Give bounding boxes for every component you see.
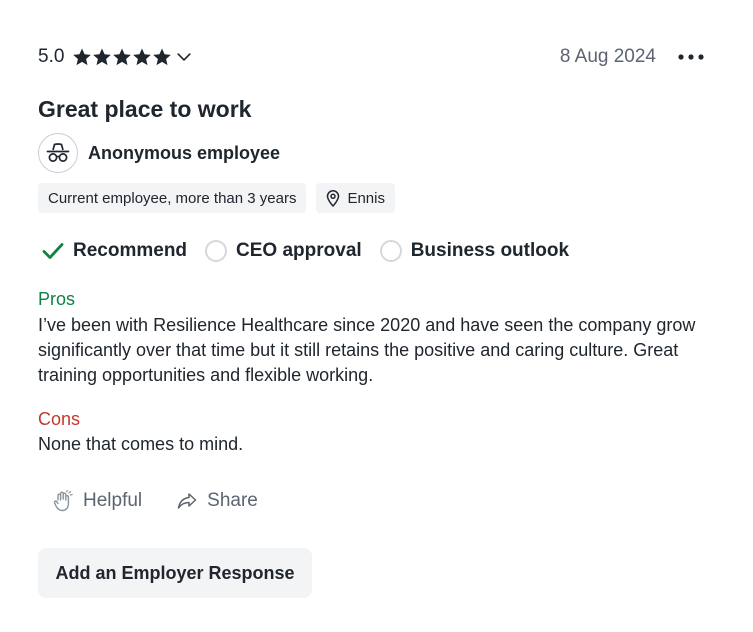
pros-text: I’ve been with Resilience Healthcare sin… [38,315,696,385]
helpful-label: Helpful [83,490,143,511]
avatar [38,133,78,173]
recommend-label: Recommend [73,240,188,261]
helpful-button[interactable]: Helpful [52,490,142,512]
employment-status-tag: Current employee, more than 3 years [38,183,307,213]
business-outlook-indicator: Business outlook [379,240,570,262]
author-name: Anonymous employee [88,142,281,163]
location-pin-icon [326,189,340,207]
share-label: Share [207,490,258,511]
location-label: Ennis [347,189,385,207]
star-icon [73,48,92,66]
review-tags: Current employee, more than 3 years Enni… [38,183,395,213]
star-icon [133,48,152,66]
cons-heading: Cons [38,409,81,429]
business-outlook-label: Business outlook [410,240,570,261]
empty-circle-icon [205,240,228,262]
anonymous-incognito-icon [46,143,70,162]
star-icon [113,48,132,66]
share-arrow-icon [176,490,198,512]
review-header: 5.0 8 Aug 2024 [38,42,710,72]
star-rating [72,47,172,67]
chevron-down-icon[interactable] [174,47,194,67]
location-tag: Ennis [316,183,395,213]
review-actions: Helpful Share [52,490,292,512]
clapping-hands-icon [52,490,74,512]
review-date: 8 Aug 2024 [559,46,656,67]
employment-status-label: Current employee, more than 3 years [48,189,297,207]
share-button[interactable]: Share [176,490,258,512]
recommend-indicator: Recommend [42,240,187,262]
pros-heading: Pros [38,289,76,309]
more-options-icon[interactable] [676,45,706,69]
review-title: Great place to work [38,96,252,122]
add-employer-response-button[interactable]: Add an Employer Response [38,548,312,598]
empty-circle-icon [379,240,402,262]
cons-text: None that comes to mind. [38,434,244,454]
star-icon [93,48,112,66]
recommendation-indicators: Recommend CEO approval Business outlook [42,240,587,262]
ceo-approval-label: CEO approval [236,240,362,261]
ceo-approval-indicator: CEO approval [205,240,362,262]
check-icon [42,240,64,262]
star-icon [153,48,172,66]
rating-value: 5.0 [38,46,65,67]
author-row: Anonymous employee [38,133,280,173]
